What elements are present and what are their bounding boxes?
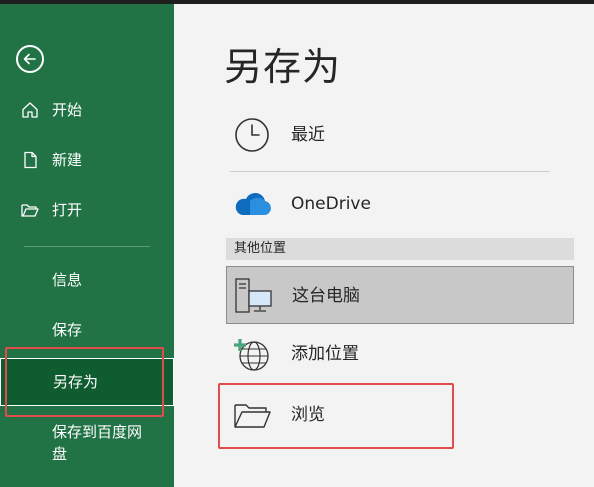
nav-new[interactable]: 新建 xyxy=(0,140,174,180)
locations-divider xyxy=(230,171,550,172)
nav-save-to-baidu[interactable]: 保存到百度网盘 xyxy=(0,418,174,470)
computer-icon xyxy=(235,278,272,313)
highlight-browse xyxy=(218,383,454,449)
new-document-icon xyxy=(24,151,37,169)
highlight-save-as xyxy=(5,347,164,417)
location-onedrive[interactable]: OneDrive xyxy=(226,175,574,233)
nav-new-label: 新建 xyxy=(52,151,83,169)
page-title: 另存为 xyxy=(224,45,342,89)
location-onedrive-label: OneDrive xyxy=(291,194,371,214)
add-location-globe-icon xyxy=(234,339,269,371)
back-arrow-icon xyxy=(23,53,36,65)
location-this-pc-label: 这台电脑 xyxy=(292,286,360,306)
location-this-pc[interactable]: 这台电脑 xyxy=(226,266,574,324)
nav-save-to-baidu-label: 保存到百度网盘 xyxy=(52,423,143,463)
nav-save[interactable]: 保存 xyxy=(0,310,174,350)
sidebar-divider xyxy=(24,246,150,247)
nav-open[interactable]: 打开 xyxy=(0,190,174,230)
location-add-place-label: 添加位置 xyxy=(291,344,359,364)
other-locations-header: 其他位置 xyxy=(226,238,574,260)
nav-info-label: 信息 xyxy=(52,271,83,289)
nav-open-label: 打开 xyxy=(52,201,83,219)
location-add-place[interactable]: 添加位置 xyxy=(226,325,574,383)
clock-icon xyxy=(235,118,269,152)
nav-home-label: 开始 xyxy=(52,101,83,119)
cloud-icon xyxy=(235,192,271,215)
location-recent[interactable]: 最近 xyxy=(226,106,574,164)
back-button[interactable] xyxy=(16,45,44,73)
nav-home[interactable]: 开始 xyxy=(0,90,174,130)
home-icon xyxy=(22,102,38,118)
location-recent-label: 最近 xyxy=(291,125,325,145)
open-folder-icon xyxy=(21,204,39,217)
nav-save-label: 保存 xyxy=(52,321,83,339)
nav-info[interactable]: 信息 xyxy=(0,260,174,300)
